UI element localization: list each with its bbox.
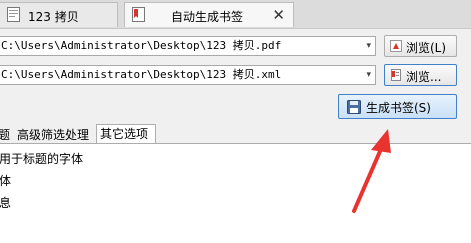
red-arrow-annotation [352, 129, 391, 213]
